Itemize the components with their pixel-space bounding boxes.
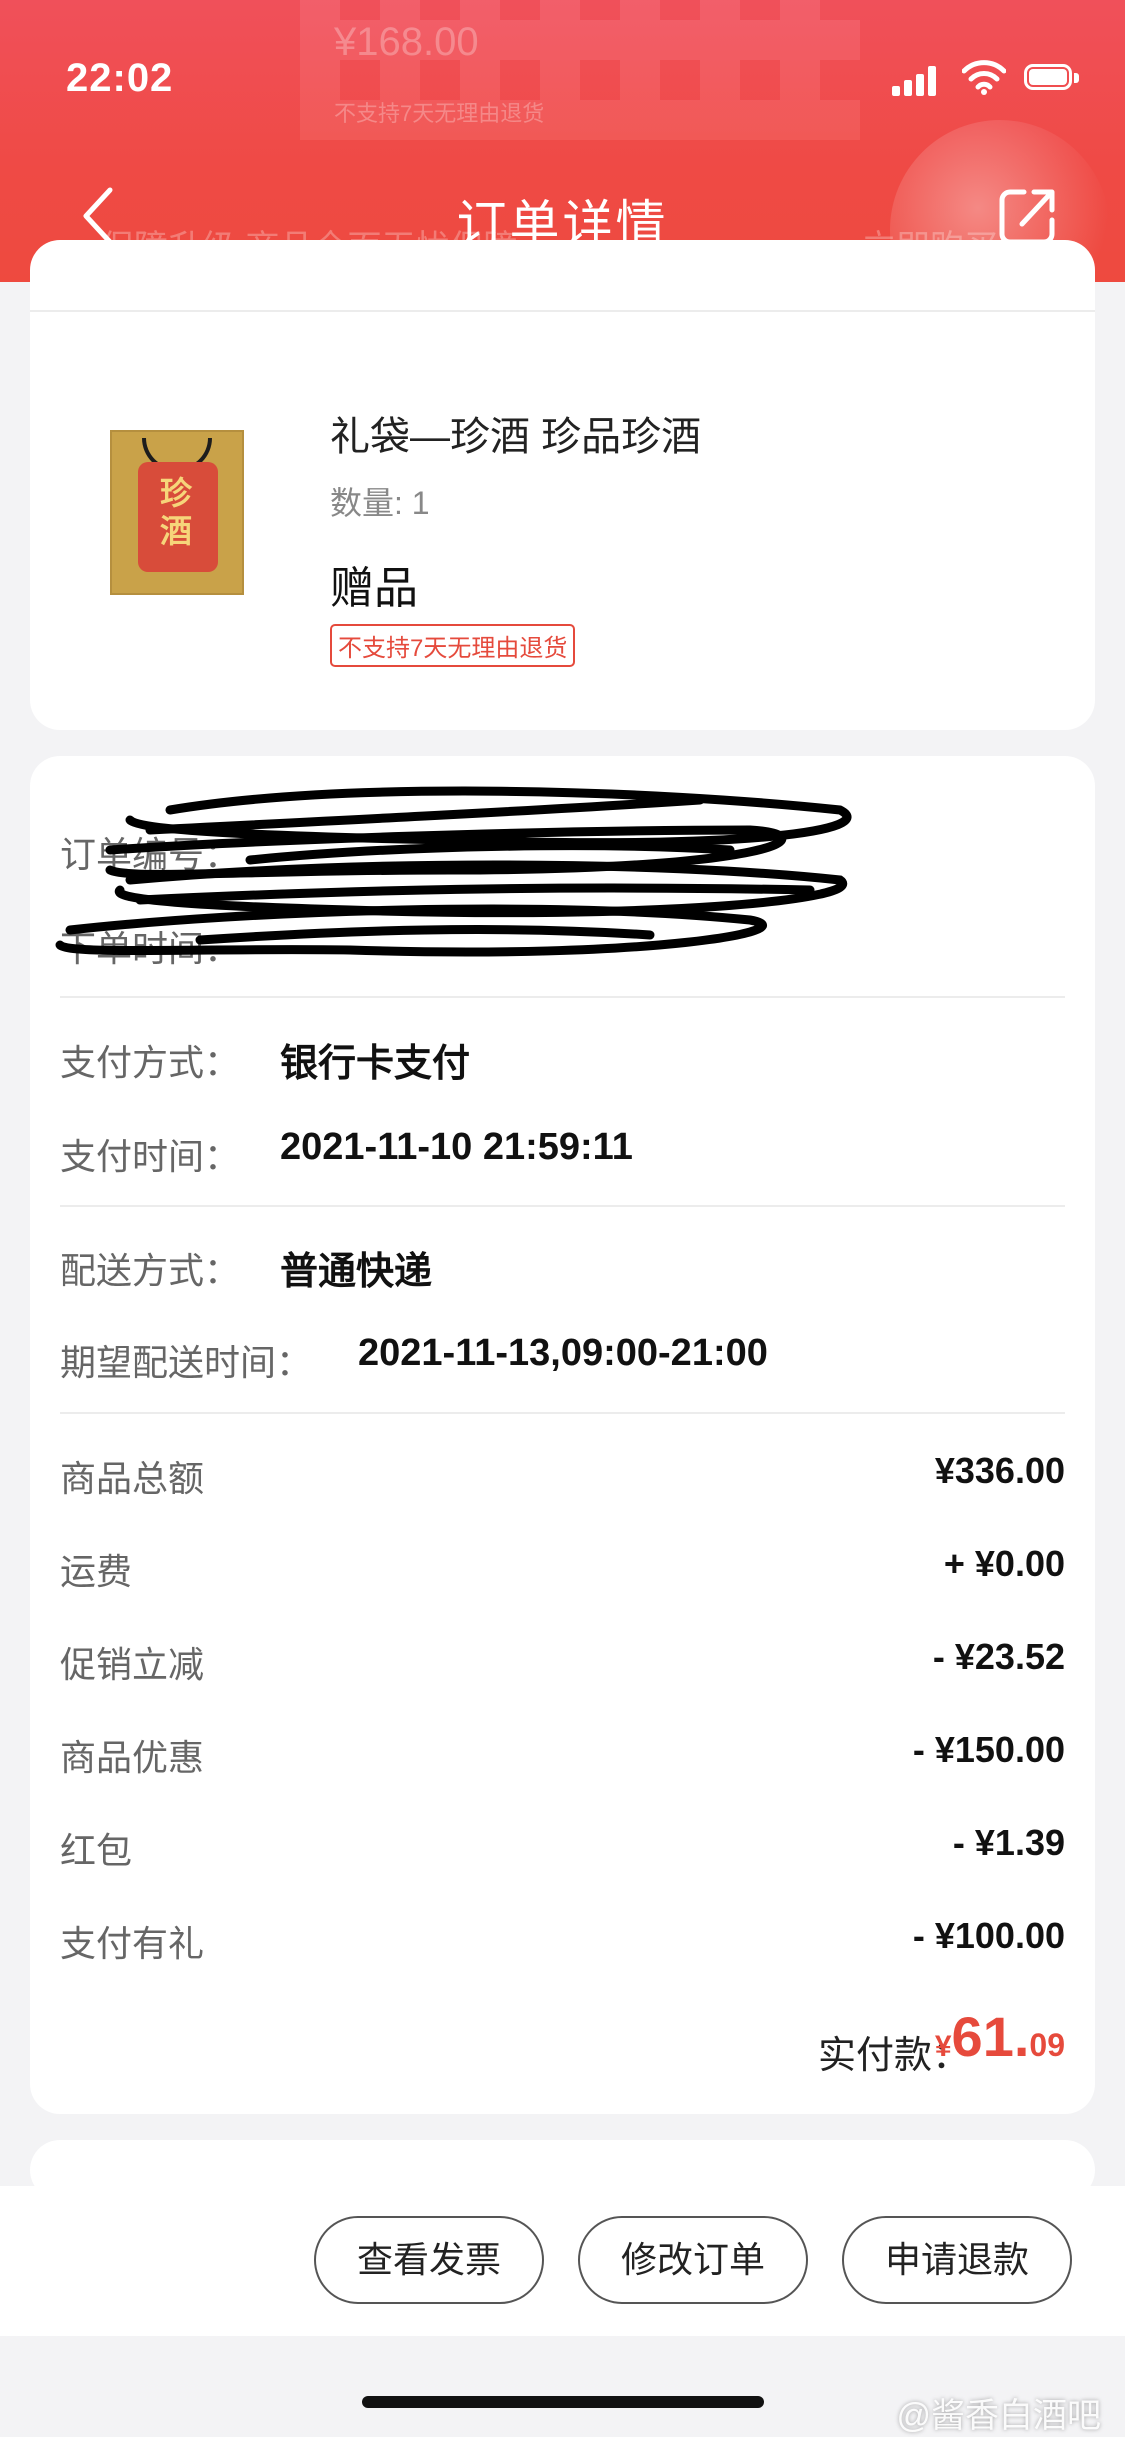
product-image-text: 珍酒 (159, 474, 192, 550)
view-invoice-button[interactable]: 查看发票 (314, 2216, 544, 2304)
amount-value-promotion: - ¥23.52 (932, 1636, 1065, 1677)
amount-label-total: 商品总额 (60, 1458, 205, 1499)
delivery-method-value: 普通快递 (280, 1251, 433, 1293)
section-divider (60, 996, 1065, 998)
product-quantity: 数量: 1 (330, 485, 430, 521)
watermark: @酱香白酒吧 (896, 2397, 1101, 2435)
home-indicator[interactable] (362, 2396, 764, 2408)
redaction-scribble (55, 786, 852, 957)
paid-decimal: 09 (1029, 2027, 1065, 2063)
amount-label-shipping: 运费 (60, 1551, 133, 1592)
amount-value-total: ¥336.00 (934, 1450, 1065, 1491)
payment-method-value: 银行卡支付 (280, 1043, 471, 1085)
return-policy-badge: 不支持7天无理由退货 (330, 624, 576, 667)
expected-delivery-value: 2021-11-13,09:00-21:00 (358, 1332, 768, 1374)
amount-label-red-packet: 红包 (60, 1830, 133, 1871)
paid-integer: 61. (951, 2005, 1030, 2068)
paid-currency: ¥ (934, 2030, 952, 2063)
ghost-price: ¥168.00 (334, 20, 479, 64)
delivery-method-label: 配送方式： (60, 1250, 241, 1291)
amount-label-payment-gift: 支付有礼 (60, 1923, 205, 1964)
request-refund-button[interactable]: 申请退款 (842, 2216, 1072, 2304)
section-divider (60, 1205, 1065, 1207)
ghost-notice: 不支持7天无理由退货 (334, 101, 545, 126)
expected-delivery-label: 期望配送时间： (60, 1342, 313, 1383)
payment-method-label: 支付方式： (60, 1042, 241, 1083)
amount-value-payment-gift: - ¥100.00 (912, 1915, 1065, 1956)
section-divider (60, 1412, 1065, 1414)
amount-label-promotion: 促销立减 (60, 1644, 205, 1685)
card-divider (30, 310, 1095, 312)
amount-value-red-packet: - ¥1.39 (952, 1822, 1065, 1863)
payment-time-value: 2021-11-10 21:59:11 (280, 1126, 633, 1168)
product-image[interactable]: 珍酒 (110, 430, 244, 595)
amount-value-shipping: + ¥0.00 (943, 1543, 1065, 1584)
cellular-signal-icon (892, 64, 936, 96)
payment-time-label: 支付时间： (60, 1136, 241, 1177)
amount-label-discount: 商品优惠 (60, 1737, 205, 1778)
battery-icon (1024, 64, 1084, 94)
status-time: 22:02 (66, 56, 174, 100)
wifi-icon (962, 60, 1006, 95)
paid-amount: ¥61.09 (935, 2004, 1065, 2069)
modify-order-button[interactable]: 修改订单 (578, 2216, 808, 2304)
amount-value-discount: - ¥150.00 (912, 1729, 1065, 1770)
product-name[interactable]: 礼袋—珍酒 珍品珍酒 (330, 404, 701, 462)
share-icon[interactable] (998, 186, 1058, 246)
product-tag: 赠品 (330, 564, 418, 613)
